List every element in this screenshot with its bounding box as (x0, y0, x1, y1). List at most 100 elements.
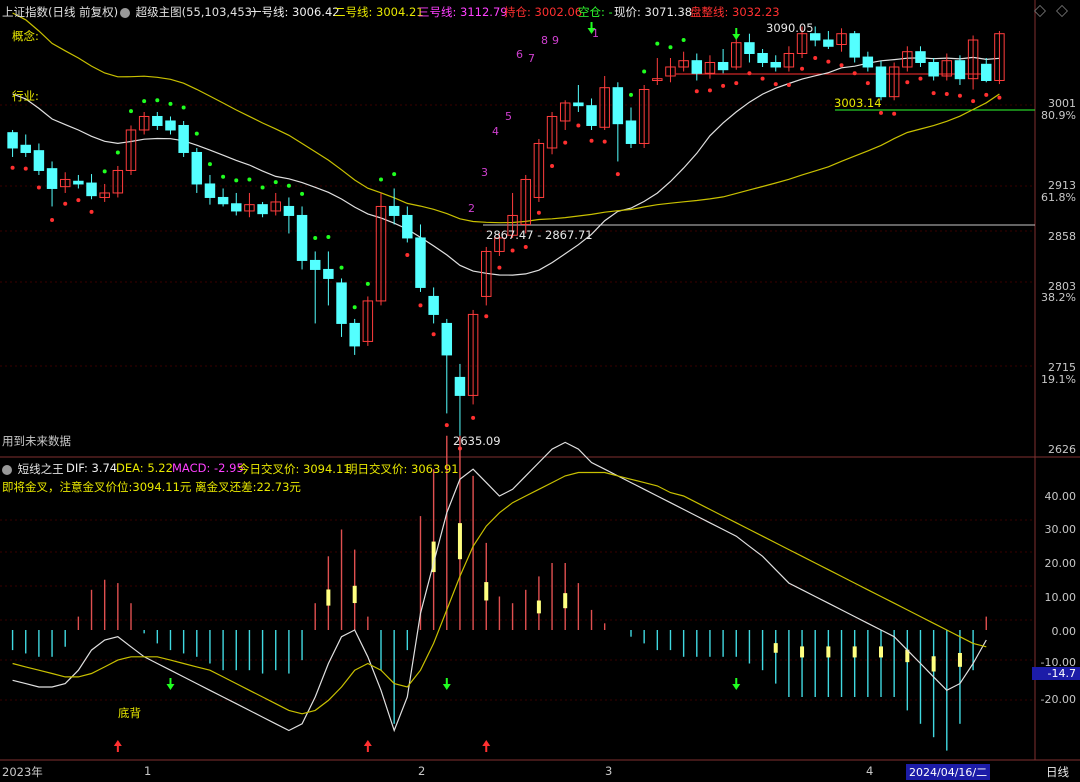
tab-daily[interactable]: 日线 (1046, 764, 1069, 780)
sar-dot (734, 81, 739, 86)
candle-body (915, 51, 926, 63)
dea-line (12, 471, 987, 715)
sequence-number: 1 (592, 27, 599, 40)
industry-label: 行业: (12, 89, 39, 103)
indicator-selector[interactable]: 超级主图(55,103,453) (120, 4, 256, 20)
signal-arrow (442, 678, 451, 690)
gear-icon[interactable] (2, 464, 12, 475)
sar-dot (629, 92, 633, 97)
bottom-divergence-label: 底背 (118, 706, 141, 720)
energy-bar (852, 646, 857, 658)
ma-line-white (12, 56, 1000, 276)
low-price-label: 2635.09 (453, 434, 501, 448)
candle-body (441, 322, 453, 356)
candle-body (309, 259, 321, 270)
candle-body (283, 205, 295, 216)
future-data-notice: 用到未来数据 (2, 434, 71, 448)
candle-body (73, 180, 84, 185)
energy-bar (536, 600, 541, 614)
signal-arrow (166, 678, 175, 690)
sar-dot (694, 89, 699, 94)
sub-y-tick-30: 30.00 (1044, 523, 1077, 536)
candle-body (757, 52, 768, 63)
energy-bar (773, 643, 778, 653)
sar-dot (865, 81, 870, 86)
candle-body (573, 102, 584, 107)
gap-range-label: 2867.47 - 2867.71 (486, 228, 593, 242)
sub-indicator-name: 短线之王 (17, 462, 64, 476)
candle-body (862, 56, 874, 68)
candle-body (46, 168, 58, 189)
pct-tick-80: 80.9% (1041, 109, 1076, 122)
y-tick-2626: 2626 (1048, 443, 1076, 456)
y-tick-2858: 2858 (1048, 230, 1076, 243)
signal-arrow (363, 740, 372, 752)
sequence-number: 7 (528, 52, 535, 65)
x-label-jan: 1 (144, 764, 152, 778)
candle-body (586, 105, 597, 126)
sar-dot (563, 140, 568, 145)
concept-label: 概念: (12, 29, 39, 43)
candle-body (217, 196, 229, 205)
x-label-feb: 2 (418, 764, 426, 778)
sar-dot (826, 59, 831, 64)
candle-body (388, 205, 400, 216)
pct-tick-61: 61.8% (1041, 191, 1076, 204)
current-date-label: 2024/04/16/二 (906, 764, 991, 780)
x-label-mar: 3 (605, 764, 613, 778)
sar-dot (181, 105, 186, 110)
gear-icon[interactable] (120, 7, 130, 18)
candle-body (178, 124, 189, 153)
sub-y-tick-40: 40.00 (1044, 490, 1077, 503)
candle-body (612, 87, 624, 125)
sar-dot (721, 83, 726, 88)
line1-value: 一号线: 3006.42 (250, 5, 340, 19)
sar-dot (971, 99, 976, 104)
sar-dot (313, 235, 318, 240)
sar-dot (602, 139, 607, 144)
candle-body (875, 66, 887, 98)
range-line-value: 盘整线: 3032.23 (690, 5, 780, 19)
candle-body (823, 39, 834, 47)
dif-value: DIF: 3.74 (66, 461, 118, 475)
sar-dot (773, 82, 778, 87)
sequence-number: 9 (552, 34, 559, 47)
sar-dot (668, 45, 673, 50)
sar-dot (642, 69, 647, 74)
sub-indicator-selector[interactable]: 短线之王 (2, 461, 64, 477)
signal-arrow (732, 678, 741, 690)
sar-dot (471, 415, 476, 420)
sar-dot (786, 82, 791, 87)
sar-dot (813, 55, 818, 60)
sell-arrow-icon (732, 28, 741, 40)
sar-dot (286, 183, 291, 188)
price-value: 现价: 3071.38 (614, 5, 693, 19)
candle-body (625, 120, 637, 144)
sar-dot (273, 180, 278, 185)
candle-body (849, 33, 860, 58)
sub-current-value: -14.7 (1032, 667, 1080, 680)
energy-bar (957, 652, 962, 667)
sar-dot (431, 332, 436, 337)
candle-body (402, 214, 413, 239)
chart-stage[interactable]: 234567891 (0, 0, 1080, 779)
chart-canvas[interactable]: 23456 78 91 (0, 0, 1080, 779)
candle-body (454, 376, 466, 396)
candle-body (717, 61, 729, 71)
macd-value: MACD: -2.95 (172, 461, 244, 475)
candle-body (770, 61, 781, 68)
sar-dot (497, 265, 502, 270)
sar-dot (879, 110, 883, 115)
x-label-2023: 2023年 (2, 765, 43, 779)
sar-dot (63, 201, 68, 206)
sar-dot (115, 150, 120, 155)
sar-dot (23, 166, 28, 171)
sar-dot (747, 71, 752, 76)
candle-body (20, 144, 31, 153)
sar-dot (536, 210, 541, 215)
sar-dot (194, 131, 199, 136)
sar-dot (839, 63, 844, 68)
candle-body (336, 282, 347, 324)
candle-body (231, 203, 242, 212)
sar-dot (365, 281, 370, 286)
